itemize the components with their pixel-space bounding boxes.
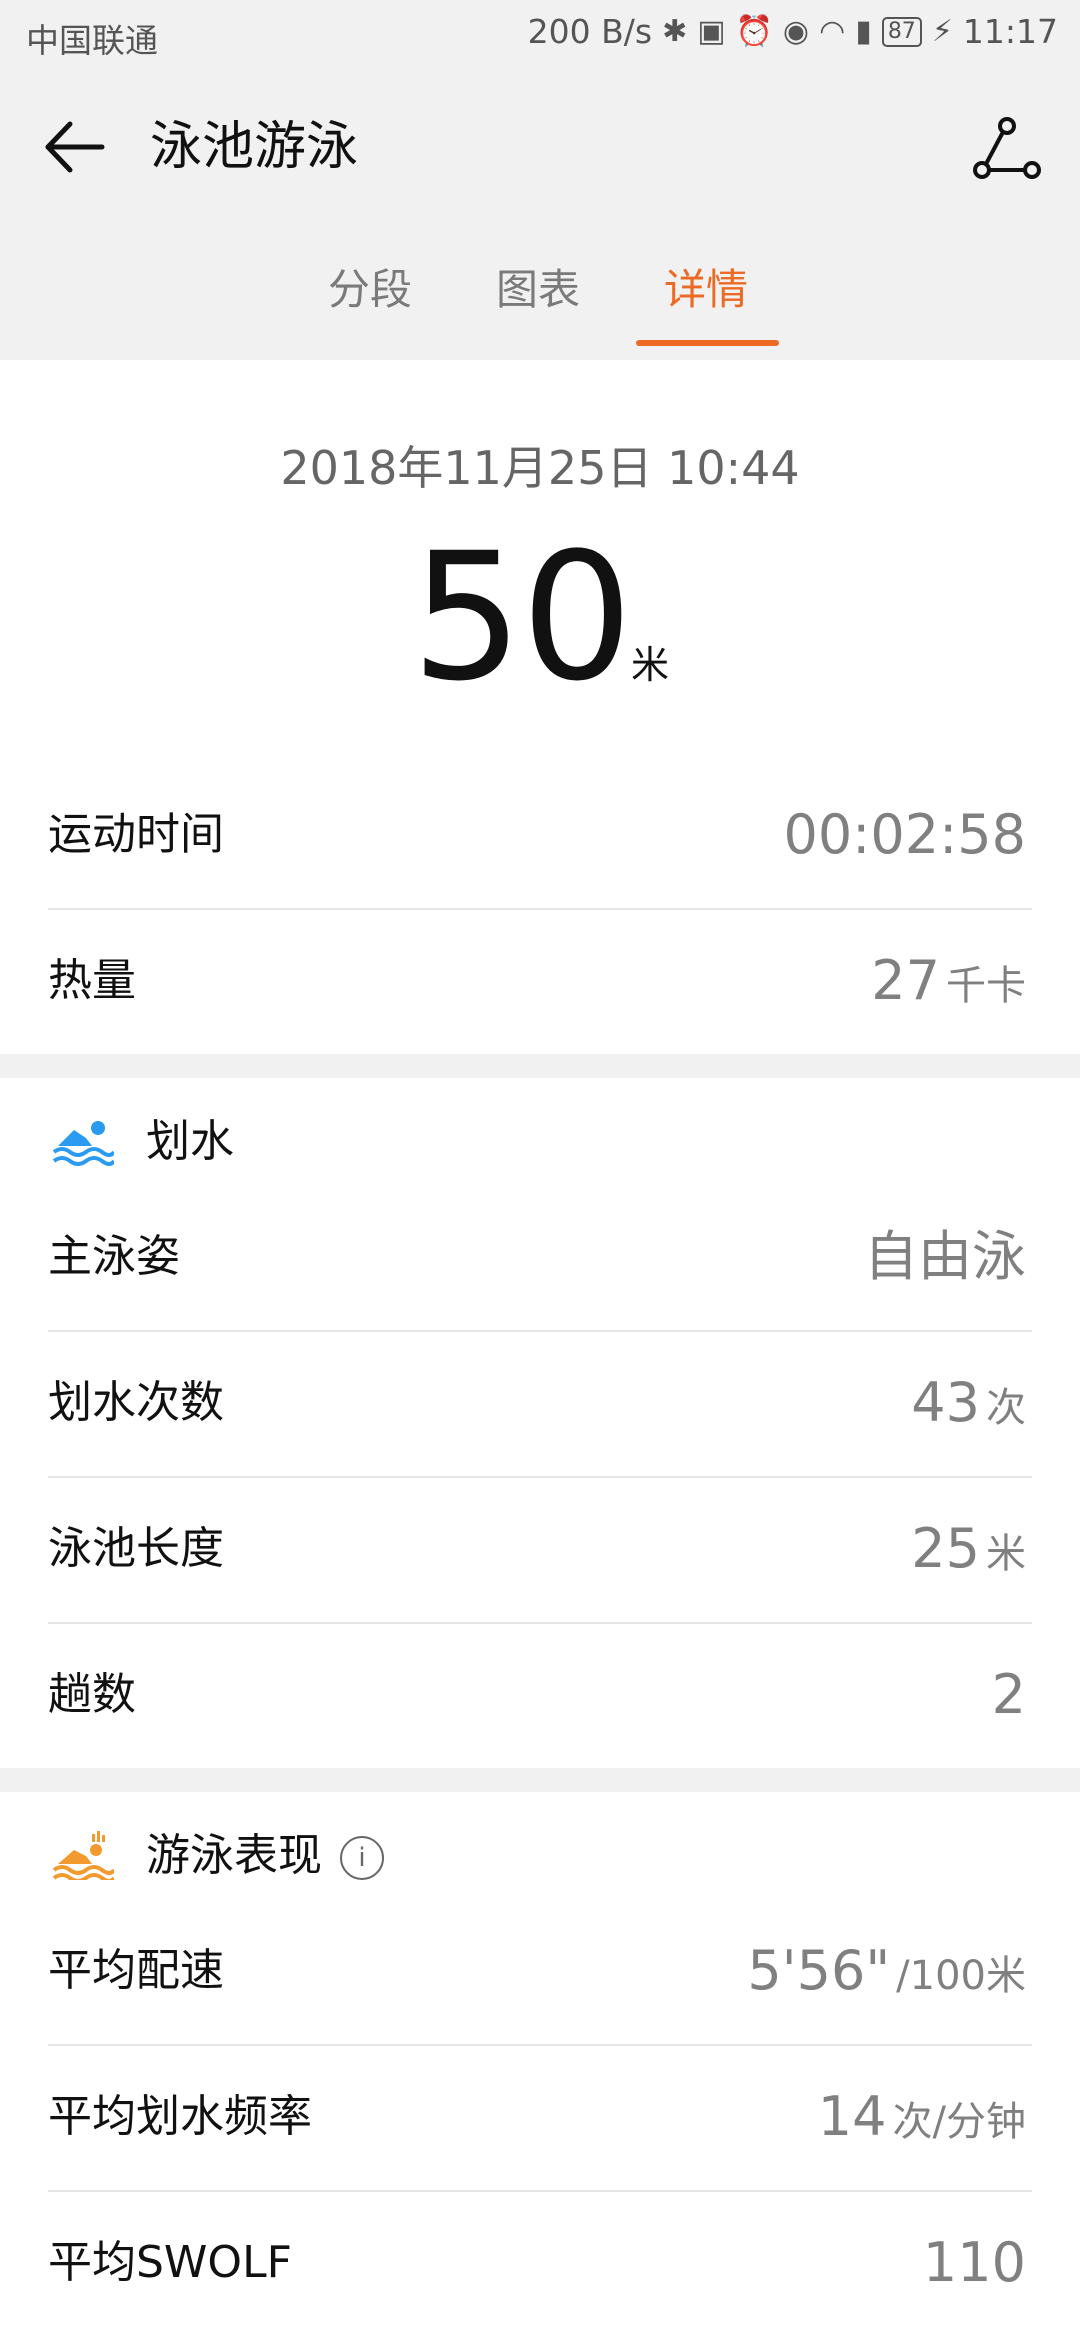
distance-unit: 米 <box>630 643 669 687</box>
value-unit: 米 <box>986 1531 1026 1577</box>
wifi-icon: ◠ <box>819 14 846 49</box>
app-header: 泳池游泳 分段 图表 详情 <box>0 72 1080 360</box>
tab-segments[interactable]: 分段 <box>328 260 412 320</box>
row-value: 2 <box>992 1622 1026 1768</box>
row-value: 27 千卡 <box>871 908 1026 1059</box>
nfc-icon: ▣ <box>697 14 726 49</box>
row-label: 平均配速 <box>48 1945 224 1996</box>
row-avg-swolf: 平均SWOLF 110 <box>48 2190 1032 2336</box>
battery-indicator: 87 <box>881 16 922 47</box>
swimmer-icon <box>52 1121 114 1166</box>
row-label: 趟数 <box>48 1669 136 1720</box>
row-calories: 热量 27 千卡 <box>48 908 1032 1054</box>
row-laps: 趟数 2 <box>48 1622 1032 1768</box>
row-value: 110 <box>923 2190 1026 2336</box>
value-number: 25 <box>911 1517 980 1580</box>
page-title: 泳池游泳 <box>150 117 359 177</box>
row-value: 自由泳 <box>864 1184 1026 1330</box>
row-label: 平均SWOLF <box>48 2237 292 2288</box>
share-icon <box>973 117 1041 179</box>
alarm-icon: ⏰ <box>735 14 773 49</box>
row-main-stroke: 主泳姿 自由泳 <box>48 1184 1032 1332</box>
row-avg-pace: 平均配速 5'56"/100米 <box>48 1898 1032 2046</box>
value-unit: 千卡 <box>946 963 1026 1009</box>
row-pool-length: 泳池长度 25 米 <box>48 1476 1032 1624</box>
tab-charts[interactable]: 图表 <box>496 260 580 320</box>
value-number: 5'56" <box>747 1939 891 2002</box>
net-speed: 200 B/s <box>527 12 653 51</box>
eye-icon: ◉ <box>782 14 810 49</box>
signal-icon: ▮ <box>855 14 872 49</box>
row-value: 14 次/分钟 <box>818 2044 1026 2195</box>
row-value: 25 米 <box>911 1476 1026 1627</box>
row-label: 热量 <box>48 955 136 1006</box>
row-value: 43 次 <box>911 1330 1026 1481</box>
value-number: 2 <box>991 1663 1026 1726</box>
value-number: 110 <box>922 2231 1026 2294</box>
carrier-label: 中国联通 <box>26 21 158 60</box>
value-number: 14 <box>817 2085 887 2148</box>
value-number: 43 <box>911 1371 980 1434</box>
back-button[interactable] <box>40 112 110 182</box>
distance-display: 50米 <box>0 528 1080 708</box>
swim-performance-icon <box>52 1831 114 1880</box>
info-icon[interactable]: i <box>340 1836 384 1880</box>
active-tab-indicator <box>636 340 779 346</box>
value-number: 27 <box>871 949 940 1012</box>
row-label: 平均划水频率 <box>48 2091 312 2142</box>
value-unit: 次/分钟 <box>892 2099 1026 2145</box>
value-number: 00:02:58 <box>783 803 1026 866</box>
row-value: 00:02:58 <box>783 762 1026 908</box>
tab-bar: 分段 图表 详情 <box>0 240 1080 360</box>
row-label: 主泳姿 <box>48 1231 180 1282</box>
row-label: 运动时间 <box>48 809 224 860</box>
status-icons: 200 B/s ✱ ▣ ⏰ ◉ ◠ ▮ 87 ⚡ 11:17 <box>528 12 1058 51</box>
row-exercise-time: 运动时间 00:02:58 <box>48 762 1032 910</box>
share-button[interactable] <box>970 112 1044 186</box>
value-unit: /100米 <box>896 1953 1026 1999</box>
charging-icon: ⚡ <box>931 14 953 49</box>
workout-datetime: 2018年11月25日 10:44 <box>280 441 800 495</box>
bluetooth-icon: ✱ <box>662 14 688 49</box>
value-number: 自由泳 <box>864 1225 1026 1288</box>
row-avg-stroke-rate: 平均划水频率 14 次/分钟 <box>48 2044 1032 2192</box>
row-label: 泳池长度 <box>48 1523 224 1574</box>
distance-value: 50 <box>411 515 633 720</box>
row-stroke-count: 划水次数 43 次 <box>48 1330 1032 1478</box>
row-label: 划水次数 <box>48 1377 224 1428</box>
arrow-left-icon <box>45 121 105 173</box>
status-bar: 中国联通 200 B/s ✱ ▣ ⏰ ◉ ◠ ▮ 87 ⚡ 11:17 <box>0 0 1080 72</box>
section-gap <box>0 1054 1080 1078</box>
clock: 11:17 <box>962 12 1058 51</box>
tab-details[interactable]: 详情 <box>664 260 748 320</box>
value-unit: 次 <box>986 1385 1026 1431</box>
section-gap <box>0 1768 1080 1792</box>
row-value: 5'56"/100米 <box>747 1898 1026 2049</box>
